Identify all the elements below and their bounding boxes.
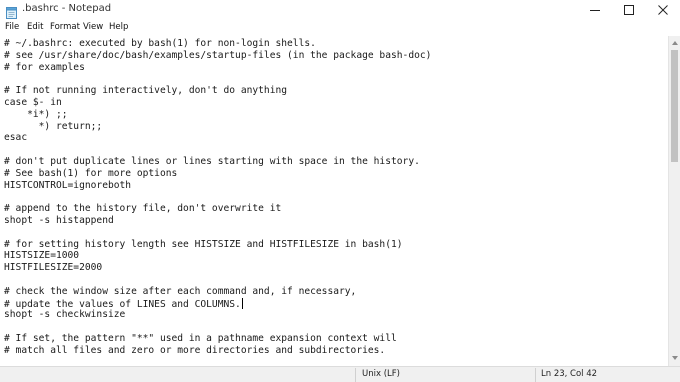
editor-line-text: # If set, the pattern "**" used in a pat… [4,333,397,344]
text-editor[interactable]: # ~/.bashrc: executed by bash(1) for non… [0,36,668,366]
editor-line-text: shopt -s checkwinsize [4,309,126,321]
status-divider [355,368,356,382]
menu-file[interactable]: File [5,22,19,32]
editor-line-text: # match all files and zero or more direc… [4,344,386,356]
editor-line-text: case $- in [4,97,62,108]
menu-bar: File Edit Format View Help [0,20,680,36]
editor-line: # for setting history length see HISTSIZ… [4,239,403,251]
close-button[interactable] [646,0,680,20]
window-title: .bashrc - Notepad [22,3,112,14]
cursor-position-status: Ln 23, Col 42 [541,369,598,379]
scroll-up-icon[interactable] [671,39,679,47]
editor-line-text: HISTCONTROL=ignoreboth [4,179,132,191]
editor-line: # for examples [4,62,85,74]
close-icon [658,5,668,15]
editor-line: case $- in [4,97,62,109]
menu-view[interactable]: View [83,22,103,32]
maximize-button[interactable] [612,0,646,20]
status-bar: Unix (LF) Ln 23, Col 42 [0,366,680,382]
editor-line: esac [4,132,27,144]
editor-line: shopt -s histappend [4,215,114,227]
editor-line: # see /usr/share/doc/bash/examples/start… [4,50,431,62]
notepad-window: .bashrc - Notepad File Edit Format View … [0,0,680,382]
editor-line-text: # See bash(1) for more options [4,167,178,179]
editor-line-text: *) return;; [4,120,103,132]
editor-line-text: # check the window size after each comma… [4,285,357,297]
editor-line-text: # append to the history file, don't over… [4,203,282,215]
editor-line: # ~/.bashrc: executed by bash(1) for non… [4,38,316,50]
editor-line-text: *i*) ;; [4,108,68,120]
editor-line-text: shopt -s histappend [4,215,114,226]
menu-help[interactable]: Help [109,22,128,32]
editor-line: *) return;; [4,120,103,133]
editor-line: *i*) ;; [4,108,68,121]
title-bar[interactable]: .bashrc - Notepad [0,0,680,20]
editor-line: # match all files and zero or more direc… [4,345,385,357]
editor-line: # See bash(1) for more options [4,168,177,180]
editor-line: # update the values of LINES and COLUMNS… [4,297,243,310]
editor-line-text: HISTFILESIZE=2000 [4,262,103,274]
editor-line: HISTCONTROL=ignoreboth [4,180,131,192]
vertical-scrollbar[interactable] [668,36,680,366]
maximize-icon [624,5,634,15]
editor-line: # If set, the pattern "**" used in a pat… [4,333,397,345]
scrollbar-thumb[interactable] [671,50,678,162]
minimize-button[interactable] [578,0,612,20]
editor-line: # don't put duplicate lines or lines sta… [4,156,420,168]
editor-line: HISTFILESIZE=2000 [4,262,102,274]
menu-edit[interactable]: Edit [27,22,43,32]
editor-line-text: esac [4,132,28,144]
editor-line-text: # ~/.bashrc: executed by bash(1) for non… [4,38,316,49]
editor-line: # append to the history file, don't over… [4,203,281,215]
minimize-icon [590,10,600,11]
menu-format[interactable]: Format [50,22,80,32]
editor-line-text: # for setting history length see HISTSIZ… [4,238,403,250]
scroll-down-icon[interactable] [671,354,679,362]
editor-line-text: # see /usr/share/doc/bash/examples/start… [4,49,432,61]
editor-line-text: # If not running interactively, don't do… [4,85,288,97]
editor-line-text: HISTSIZE=1000 [4,250,80,262]
editor-line-text: # for examples [4,61,85,73]
line-ending-status: Unix (LF) [362,369,400,379]
editor-line: shopt -s checkwinsize [4,309,125,321]
editor-line: # If not running interactively, don't do… [4,85,287,97]
editor-line-text: # update the values of LINES and COLUMNS… [4,298,241,310]
editor-line: HISTSIZE=1000 [4,250,79,262]
editor-line: # check the window size after each comma… [4,286,356,298]
text-caret [241,297,243,309]
notepad-icon [6,4,17,19]
status-divider [535,368,536,382]
editor-line-text: # don't put duplicate lines or lines sta… [4,156,420,167]
